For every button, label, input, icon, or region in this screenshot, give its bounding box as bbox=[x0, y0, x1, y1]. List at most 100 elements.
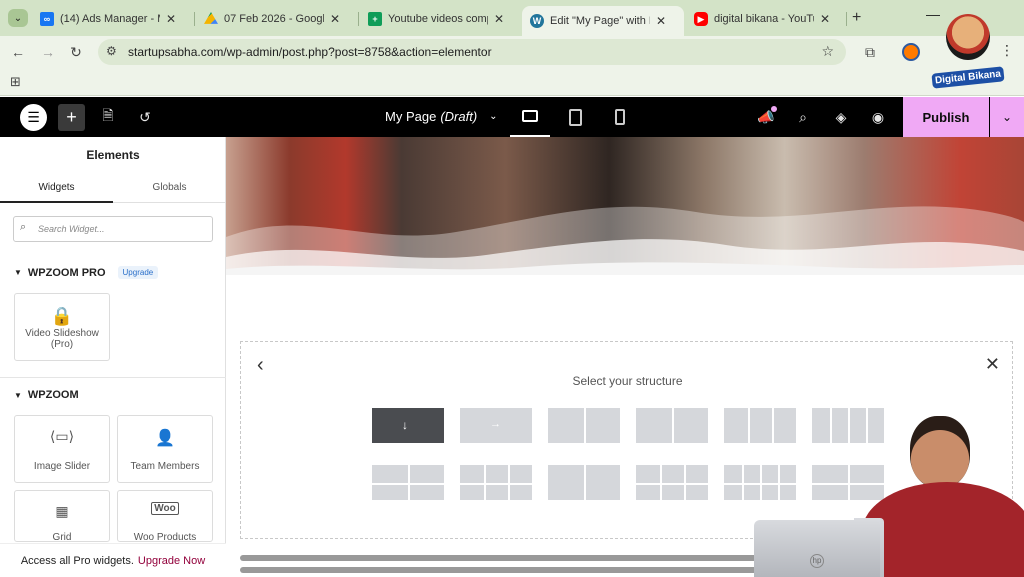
caret-down-icon: ▼ bbox=[14, 268, 22, 277]
page-settings-icon[interactable]: 🗎 bbox=[98, 107, 118, 127]
browser-toolbar: ← → ↻ ⚙ startupsabha.com/wp-admin/post.p… bbox=[0, 36, 1024, 68]
person-icon: 👤 bbox=[155, 430, 175, 447]
widget-video-slideshow-pro[interactable]: 🔒 Video Slideshow (Pro) bbox=[14, 293, 110, 361]
close-icon[interactable]: ✕ bbox=[985, 354, 1000, 375]
profile-avatar[interactable] bbox=[902, 43, 920, 61]
tab-widgets[interactable]: Widgets bbox=[0, 175, 113, 203]
widget-woo-products[interactable]: Woo Woo Products bbox=[117, 490, 213, 542]
address-bar[interactable]: ⚙ startupsabha.com/wp-admin/post.php?pos… bbox=[98, 39, 846, 65]
section-title: WPZOOM PRO bbox=[27, 266, 106, 279]
structure-option-grid-2x2[interactable] bbox=[372, 465, 444, 500]
chevron-down-icon: ⌄ bbox=[1001, 110, 1013, 124]
widget-search-input[interactable]: ⌕ Search Widget... bbox=[13, 216, 213, 242]
caret-down-icon: ▼ bbox=[14, 390, 22, 400]
chevron-down-icon: ⌄ bbox=[13, 12, 23, 24]
tablet-view-button[interactable] bbox=[555, 97, 595, 137]
browser-tab-google-drive[interactable]: 07 Feb 2026 - Google Dr ✕ bbox=[196, 6, 356, 32]
site-info-icon[interactable]: ⚙ bbox=[106, 44, 117, 58]
publish-options-button[interactable]: ⌄ bbox=[990, 97, 1024, 137]
publish-button[interactable]: Publish bbox=[903, 97, 989, 137]
laptop-lid: hp bbox=[754, 520, 880, 577]
preview-eye-icon[interactable]: ◉ bbox=[868, 107, 888, 127]
tablet-icon bbox=[568, 108, 582, 126]
widget-grid[interactable]: ▦ Grid bbox=[14, 490, 110, 542]
logo-text: Digital Bikana bbox=[931, 66, 1005, 89]
slider-icon: ⟨▭⟩ bbox=[49, 428, 75, 444]
add-element-button[interactable]: + bbox=[58, 104, 85, 131]
extensions-icon[interactable]: ⧉ bbox=[860, 42, 880, 62]
browser-tab-youtube-sheet[interactable]: + Youtube videos complete ✕ bbox=[360, 6, 520, 32]
tab-search-button[interactable]: ⌄ bbox=[8, 9, 28, 27]
bookmark-star-icon[interactable]: ☆ bbox=[821, 43, 834, 60]
desktop-icon bbox=[522, 110, 538, 122]
structure-option-flex-row[interactable]: → bbox=[460, 408, 532, 443]
history-icon[interactable]: ↺ bbox=[135, 107, 155, 127]
close-tab-icon[interactable]: ✕ bbox=[494, 12, 504, 26]
upgrade-badge[interactable]: Upgrade bbox=[117, 266, 159, 279]
grid-icon: ▦ bbox=[55, 503, 69, 519]
structure-option-left-stack[interactable] bbox=[548, 465, 620, 500]
structure-option-flex-column[interactable]: ↓ bbox=[372, 408, 444, 443]
chevron-down-icon: ⌄ bbox=[489, 111, 498, 122]
section-title: WPZOOM bbox=[27, 389, 79, 401]
browser-tab-ads-manager[interactable]: ∞ (14) Ads Manager - Mana ✕ bbox=[32, 6, 192, 32]
structure-option-grid-2-3[interactable] bbox=[460, 465, 532, 500]
horizontal-scrollbar[interactable] bbox=[240, 555, 800, 561]
structure-option-1-2-rows[interactable] bbox=[636, 408, 708, 443]
close-tab-icon[interactable]: ✕ bbox=[656, 14, 666, 28]
tab-label: Widgets bbox=[38, 182, 75, 193]
section-header-wpzoom-pro[interactable]: ▼ WPZOOM PRO Upgrade bbox=[14, 266, 159, 279]
hero-section-image[interactable] bbox=[226, 137, 1024, 275]
search-icon: ⌕ bbox=[20, 221, 27, 233]
mobile-view-button[interactable] bbox=[600, 97, 640, 137]
structure-option-grid-4x2[interactable] bbox=[724, 465, 796, 500]
drive-icon bbox=[204, 12, 218, 24]
widget-image-slider[interactable]: ⟨▭⟩ Image Slider bbox=[14, 415, 110, 483]
page-title-dropdown[interactable]: My Page (Draft) ⌄ bbox=[385, 109, 498, 124]
panel-title: Elements bbox=[86, 148, 140, 162]
tab-globals[interactable]: Globals bbox=[113, 175, 226, 203]
arrow-down-icon: ↓ bbox=[402, 418, 408, 432]
widget-team-members[interactable]: 👤 Team Members bbox=[117, 415, 213, 483]
structure-layers-icon[interactable]: ◈ bbox=[831, 107, 851, 127]
close-tab-icon[interactable]: ✕ bbox=[820, 12, 830, 26]
page-status: (Draft) bbox=[440, 109, 478, 124]
tab-title: digital bikana - YouTube bbox=[714, 13, 814, 25]
horizontal-scrollbar-2[interactable] bbox=[240, 567, 800, 573]
tab-title: Youtube videos complete bbox=[388, 13, 488, 25]
browser-tab-elementor[interactable]: W Edit "My Page" with Elem ✕ bbox=[522, 6, 684, 36]
tab-label: Globals bbox=[152, 182, 187, 193]
publish-label: Publish bbox=[922, 109, 970, 125]
new-tab-button[interactable]: + bbox=[852, 9, 861, 27]
sheets-icon: + bbox=[368, 12, 382, 26]
url-text: startupsabha.com/wp-admin/post.php?post=… bbox=[128, 45, 492, 59]
elementor-logo-icon[interactable]: ☰ bbox=[20, 104, 47, 131]
apps-grid-icon[interactable]: ⊞ bbox=[10, 74, 21, 90]
widget-label: Image Slider bbox=[33, 461, 91, 472]
elementor-top-bar: ☰ + 🗎 ↺ My Page (Draft) ⌄ 📣 ⌕ ◈ ◉ Publis… bbox=[0, 97, 1024, 137]
close-tab-icon[interactable]: ✕ bbox=[166, 12, 176, 26]
widget-label: Woo Products bbox=[133, 532, 197, 542]
back-icon[interactable]: ← bbox=[8, 42, 28, 62]
youtube-icon: ▶ bbox=[694, 12, 708, 26]
presenter-shirt bbox=[862, 482, 1024, 577]
reload-icon[interactable]: ↻ bbox=[66, 42, 86, 62]
browser-tab-youtube[interactable]: ▶ digital bikana - YouTube ✕ bbox=[686, 6, 846, 32]
search-icon[interactable]: ⌕ bbox=[793, 107, 813, 127]
arrow-right-icon: → bbox=[490, 418, 501, 430]
section-header-wpzoom[interactable]: ▼ WPZOOM bbox=[14, 389, 79, 401]
forward-icon[interactable]: → bbox=[38, 42, 58, 62]
structure-option-2-columns[interactable] bbox=[548, 408, 620, 443]
wave-shape-divider bbox=[226, 206, 1024, 275]
upgrade-now-link[interactable]: Upgrade Now bbox=[138, 555, 205, 567]
page-name: My Page bbox=[385, 109, 437, 124]
pro-upgrade-footer: Access all Pro widgets. Upgrade Now bbox=[0, 543, 226, 577]
mascot-icon bbox=[946, 14, 990, 60]
search-placeholder: Search Widget... bbox=[38, 224, 105, 234]
desktop-view-button[interactable] bbox=[510, 97, 550, 137]
notification-dot bbox=[771, 106, 777, 112]
structure-option-3-columns[interactable] bbox=[724, 408, 796, 443]
structure-option-grid-3x2[interactable] bbox=[636, 465, 708, 500]
elements-panel: Elements Widgets Globals ⌕ Search Widget… bbox=[0, 137, 226, 577]
close-tab-icon[interactable]: ✕ bbox=[330, 12, 340, 26]
